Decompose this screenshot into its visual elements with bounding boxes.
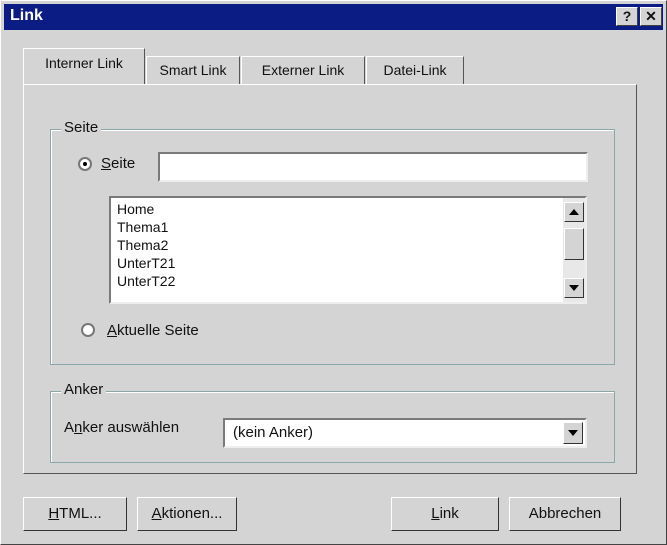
seite-group: Seite Seite Home Thema1 Thema2 UnterT21 … bbox=[50, 119, 615, 365]
help-button[interactable]: ? bbox=[616, 7, 638, 26]
radio-seite[interactable] bbox=[78, 157, 92, 171]
list-item[interactable]: Home bbox=[117, 200, 154, 218]
abbrechen-button[interactable]: Abbrechen bbox=[509, 497, 621, 531]
window-title: Link bbox=[10, 7, 43, 24]
aktionen-button[interactable]: Aktionen... bbox=[137, 497, 237, 531]
tab-datei-link[interactable]: Datei-Link bbox=[366, 56, 464, 84]
tab-panel: Seite Seite Home Thema1 Thema2 UnterT21 … bbox=[23, 84, 637, 474]
arrow-up-icon bbox=[569, 209, 579, 215]
scroll-thumb[interactable] bbox=[564, 228, 584, 260]
anker-group-title: Anker bbox=[61, 381, 107, 398]
arrow-down-icon bbox=[569, 285, 579, 291]
radio-selected-dot bbox=[83, 162, 87, 166]
tab-interner-link[interactable]: Interner Link bbox=[23, 48, 145, 84]
chevron-down-icon bbox=[568, 430, 578, 436]
seite-group-title: Seite bbox=[61, 119, 102, 136]
list-item[interactable]: UnterT22 bbox=[117, 272, 175, 290]
radio-seite-label[interactable]: Seite bbox=[101, 155, 135, 172]
anker-label: Anker auswählen bbox=[64, 419, 180, 436]
anker-select[interactable]: (kein Anker) bbox=[223, 418, 587, 448]
list-item[interactable]: UnterT21 bbox=[117, 254, 175, 272]
scroll-up-button[interactable] bbox=[564, 202, 584, 222]
tab-smart-link[interactable]: Smart Link bbox=[146, 56, 240, 84]
list-item[interactable]: Thema1 bbox=[117, 218, 168, 236]
dropdown-button[interactable] bbox=[563, 422, 583, 444]
list-item[interactable]: Thema2 bbox=[117, 236, 168, 254]
close-button[interactable]: ✕ bbox=[640, 7, 662, 26]
tab-externer-link[interactable]: Externer Link bbox=[241, 56, 365, 84]
seite-input[interactable] bbox=[158, 152, 588, 182]
title-bar[interactable]: Link ? ✕ bbox=[4, 4, 663, 30]
link-dialog: Link ? ✕ Interner Link Smart Link Extern… bbox=[0, 0, 667, 545]
page-listbox[interactable]: Home Thema1 Thema2 UnterT21 UnterT22 bbox=[109, 196, 587, 304]
radio-aktuelle-seite[interactable] bbox=[81, 323, 95, 337]
radio-aktuelle-seite-label[interactable]: Aktuelle Seite bbox=[107, 322, 199, 339]
html-button[interactable]: HTML... bbox=[23, 497, 127, 531]
scroll-down-button[interactable] bbox=[564, 278, 584, 298]
link-button[interactable]: Link bbox=[391, 497, 499, 531]
anker-select-value: (kein Anker) bbox=[233, 424, 314, 441]
list-scrollbar[interactable] bbox=[563, 198, 585, 302]
anker-group: Anker Anker auswählen (kein Anker) bbox=[50, 381, 615, 463]
